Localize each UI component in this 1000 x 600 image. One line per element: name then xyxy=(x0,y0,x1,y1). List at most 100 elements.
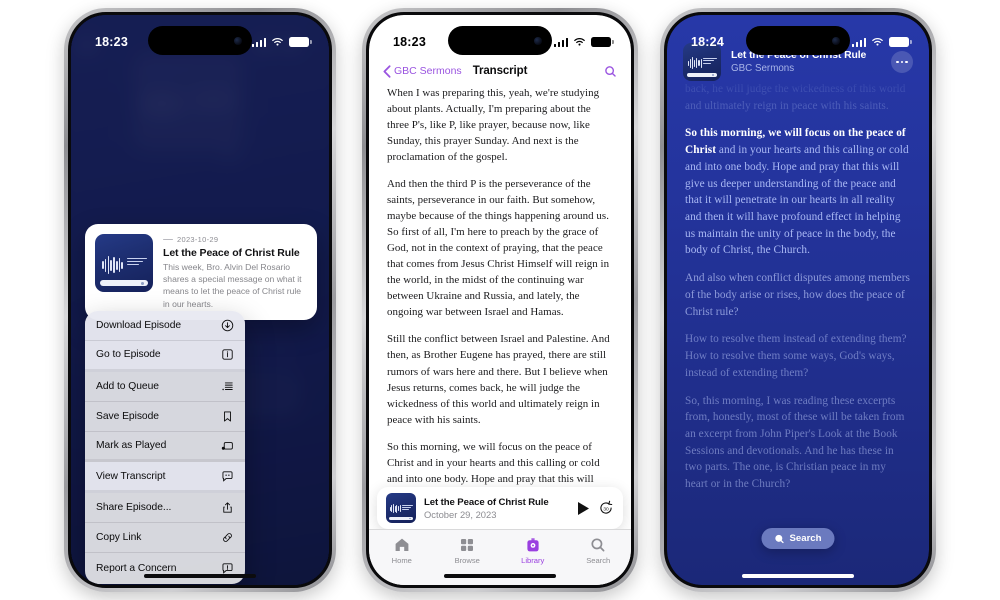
cellular-signal-icon xyxy=(851,37,866,47)
back-label: GBC Sermons xyxy=(394,65,462,77)
chevron-left-icon xyxy=(383,64,391,78)
tab-browse[interactable]: Browse xyxy=(435,537,501,565)
menu-item-share-episode[interactable]: Share Episode... xyxy=(85,493,245,524)
navigation-bar: GBC Sermons Transcript xyxy=(369,57,631,85)
skip-forward-30-icon[interactable]: 30 xyxy=(598,500,614,516)
phone-2-bezel: 18:23 GBC Sermons Transcript When I was … xyxy=(366,12,634,588)
tab-library[interactable]: Library xyxy=(500,537,566,565)
home-icon xyxy=(394,537,410,553)
page-title: Transcript xyxy=(472,65,528,77)
search-icon xyxy=(590,537,606,553)
mini-player[interactable]: Let the Peace of Christ Rule October 29,… xyxy=(377,487,623,529)
phone-2-screen: 18:23 GBC Sermons Transcript When I was … xyxy=(369,15,631,585)
menu-item-save-episode[interactable]: Save Episode xyxy=(85,402,245,433)
dynamic-island xyxy=(746,26,850,55)
home-indicator xyxy=(444,573,556,578)
play-icon[interactable] xyxy=(577,501,590,516)
episode-meta: 2023-10-29 Let the Peace of Christ Rule … xyxy=(163,234,307,310)
info-square-icon xyxy=(221,348,234,361)
menu-item-mark-as-played[interactable]: Mark as Played xyxy=(85,432,245,463)
now-playing-subtitle: GBC Sermons xyxy=(731,63,795,74)
status-time: 18:24 xyxy=(691,35,724,49)
download-circle-icon xyxy=(221,319,234,332)
active-rest-text: and in your hearts and this calling or c… xyxy=(685,144,909,257)
back-button[interactable]: GBC Sermons xyxy=(383,64,462,78)
mini-player-title: Let the Peace of Christ Rule xyxy=(424,496,549,508)
transcript-paragraph: How to resolve them instead of extending… xyxy=(685,333,907,379)
grid-icon xyxy=(459,537,475,553)
transcript-paragraph: So, this morning, I was reading these ex… xyxy=(685,394,905,491)
phone-1-bezel: 18:23 2023-10-29 Let the Peace of Christ… xyxy=(68,12,332,588)
search-button-label: Search xyxy=(789,533,822,544)
search-button[interactable]: Search xyxy=(761,528,835,549)
menu-label: Go to Episode xyxy=(96,349,161,361)
transcript-paragraph: And then the third P is the perseverance… xyxy=(387,178,610,319)
battery-icon xyxy=(289,37,312,47)
menu-label: Save Episode xyxy=(96,411,159,423)
phone-1-screen: 18:23 2023-10-29 Let the Peace of Christ… xyxy=(71,15,329,585)
search-icon[interactable] xyxy=(604,65,617,78)
cellular-signal-icon xyxy=(553,37,568,47)
tab-label: Home xyxy=(391,556,412,565)
home-indicator xyxy=(144,573,256,578)
menu-item-view-transcript[interactable]: View Transcript xyxy=(85,462,245,493)
status-time: 18:23 xyxy=(95,35,128,49)
episode-date: 2023-10-29 xyxy=(163,235,307,244)
dynamic-island xyxy=(448,26,552,55)
battery-icon xyxy=(591,37,614,47)
phone-2-transcript: 18:23 GBC Sermons Transcript When I was … xyxy=(362,8,638,592)
transcript-paragraph-previous: back, he will judge the wickedness of th… xyxy=(685,83,906,112)
menu-label: Download Episode xyxy=(96,320,182,332)
mini-player-text: Let the Peace of Christ Rule October 29,… xyxy=(424,497,569,520)
episode-description: This week, Bro. Alvin Del Rosario shares… xyxy=(163,262,302,309)
wifi-icon xyxy=(272,38,283,46)
episode-artwork xyxy=(95,234,153,292)
search-icon xyxy=(775,534,784,543)
context-menu: Download Episode Go to Episode Add to Qu… xyxy=(85,311,245,584)
phone-3-bezel: 18:24 Let the Peace of Christ Rule GBC S… xyxy=(664,12,932,588)
episode-artwork xyxy=(386,493,416,523)
tab-search[interactable]: Search xyxy=(566,537,632,565)
share-icon xyxy=(221,501,234,514)
mark-played-icon xyxy=(221,439,234,452)
episode-title: Let the Peace of Christ Rule xyxy=(163,247,300,259)
menu-item-go-to-episode[interactable]: Go to Episode xyxy=(85,341,245,372)
bookmark-icon xyxy=(221,410,234,423)
queue-list-icon xyxy=(221,380,234,393)
transcript-paragraph: When I was preparing this, yeah, we're s… xyxy=(387,87,600,164)
menu-label: Share Episode... xyxy=(96,501,172,513)
menu-label: Copy Link xyxy=(96,532,142,544)
phone-3-screen: 18:24 Let the Peace of Christ Rule GBC S… xyxy=(667,15,929,585)
cellular-signal-icon xyxy=(251,37,266,47)
menu-label: Mark as Played xyxy=(96,440,167,452)
phone-1-context-menu: 18:23 2023-10-29 Let the Peace of Christ… xyxy=(64,8,336,592)
transcript-paragraph: Still the conflict between Israel and Pa… xyxy=(387,333,610,426)
menu-item-download-episode[interactable]: Download Episode xyxy=(85,311,245,342)
transcript-body[interactable]: back, he will judge the wickedness of th… xyxy=(667,81,929,585)
tab-label: Library xyxy=(521,556,545,565)
status-indicators xyxy=(553,37,614,47)
menu-item-report-a-concern[interactable]: Report a Concern xyxy=(85,553,245,583)
status-indicators xyxy=(851,37,912,47)
menu-item-add-to-queue[interactable]: Add to Queue xyxy=(85,372,245,402)
tab-label: Search xyxy=(586,556,611,565)
status-time: 18:23 xyxy=(393,35,426,49)
menu-item-copy-link[interactable]: Copy Link xyxy=(85,523,245,554)
home-indicator xyxy=(742,573,854,578)
tab-home[interactable]: Home xyxy=(369,537,435,565)
wifi-icon xyxy=(872,38,883,46)
library-podcast-icon xyxy=(525,537,541,553)
status-indicators xyxy=(251,37,312,47)
screenshot-stage: 18:23 2023-10-29 Let the Peace of Christ… xyxy=(0,0,1000,600)
menu-label: View Transcript xyxy=(96,470,166,482)
transcript-bubble-icon xyxy=(221,470,234,483)
menu-label: Add to Queue xyxy=(96,380,159,392)
svg-text:30: 30 xyxy=(603,507,609,513)
battery-icon xyxy=(889,37,912,47)
phone-3-now-playing-transcript: 18:24 Let the Peace of Christ Rule GBC S… xyxy=(660,8,936,592)
menu-label: Report a Concern xyxy=(96,563,177,575)
episode-preview-card[interactable]: 2023-10-29 Let the Peace of Christ Rule … xyxy=(85,224,317,320)
link-icon xyxy=(221,531,234,544)
mini-player-date: October 29, 2023 xyxy=(424,508,497,520)
dynamic-island xyxy=(148,26,252,55)
